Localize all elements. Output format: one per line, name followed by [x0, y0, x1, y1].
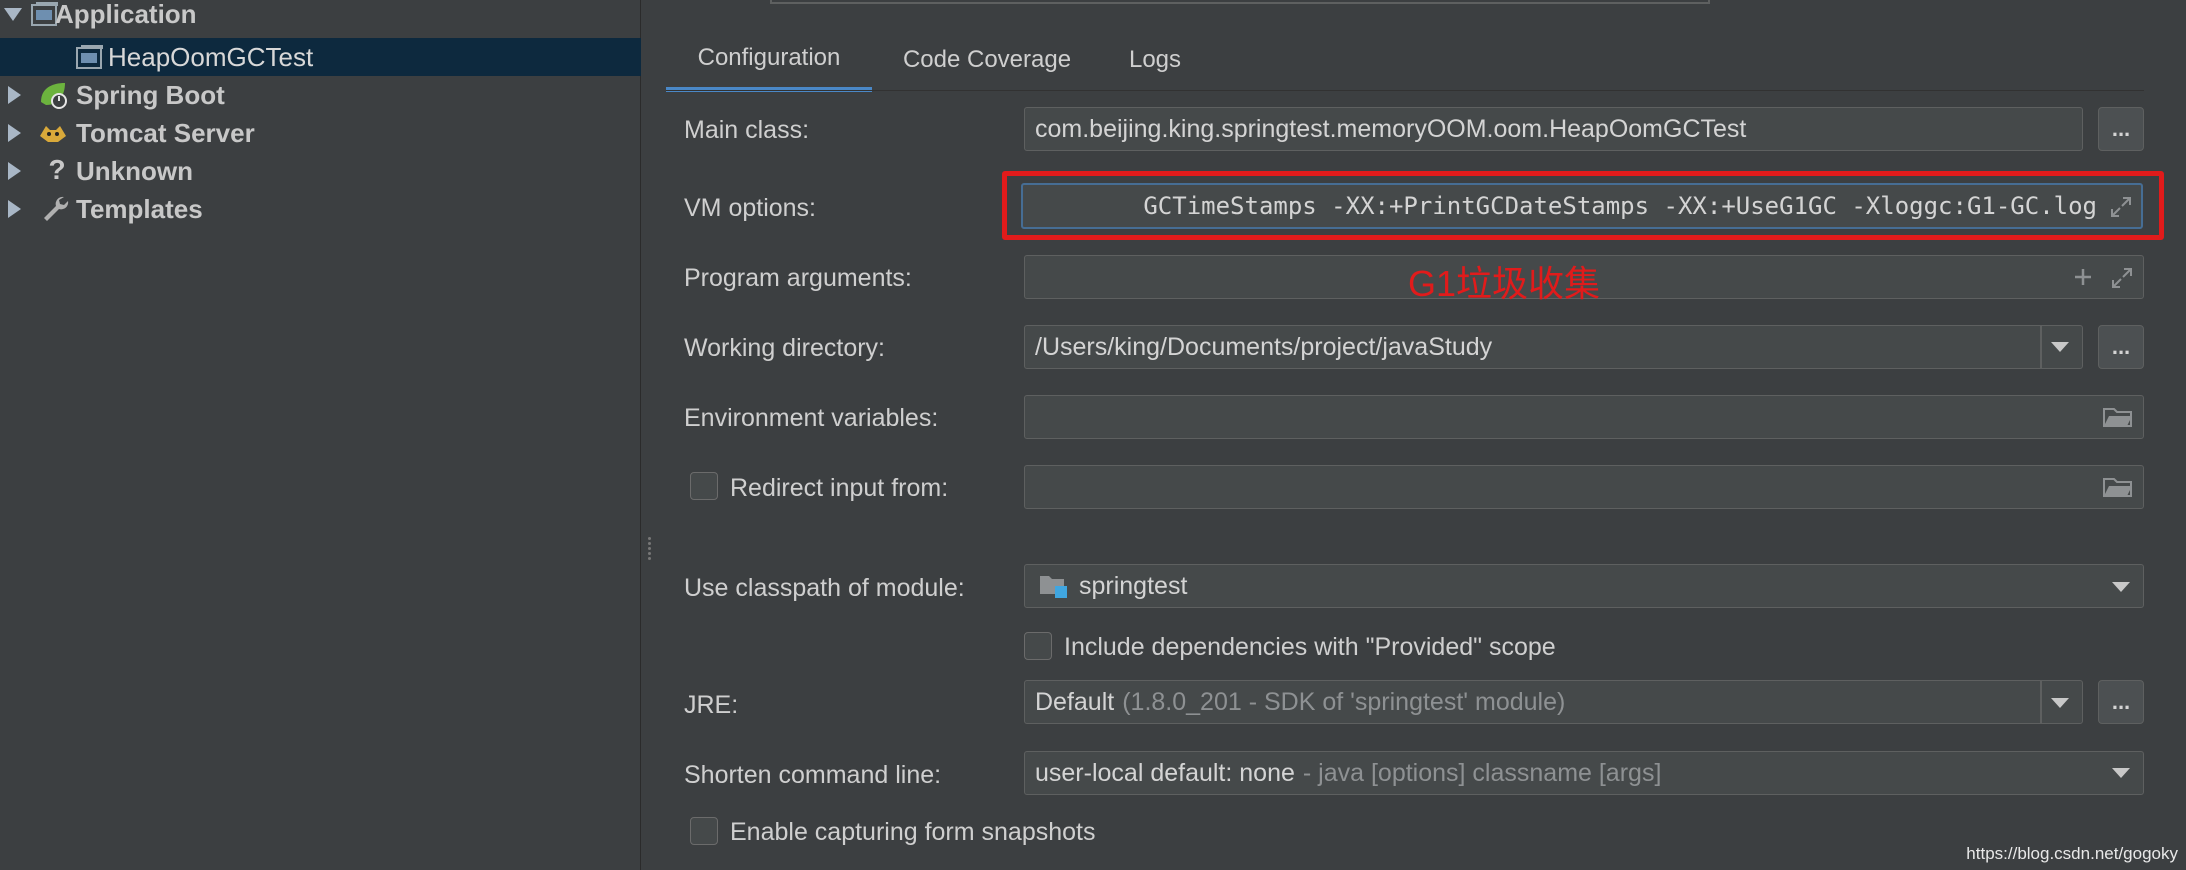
panel-splitter-handle[interactable]: [645, 535, 653, 571]
tree-item-heapoomgctest[interactable]: HeapOomGCTest: [0, 38, 641, 76]
form-snapshots-label: Enable capturing form snapshots: [730, 818, 1096, 846]
application-config-icon: [76, 45, 103, 69]
jre-browse-button[interactable]: ...: [2098, 680, 2144, 724]
tree-item-label: Tomcat Server: [76, 117, 255, 148]
environment-variables-field[interactable]: [1024, 395, 2144, 439]
expand-arrow-icon[interactable]: [8, 200, 21, 218]
chevron-down-icon[interactable]: [2051, 342, 2069, 352]
chevron-down-icon[interactable]: [2112, 582, 2130, 592]
vm-options-label: VM options:: [684, 194, 817, 222]
tree-item-application[interactable]: Application: [0, 0, 641, 33]
tree-item-templates[interactable]: Templates: [0, 190, 641, 228]
redirect-input-checkbox[interactable]: [690, 472, 718, 500]
jre-value: Default: [1035, 687, 1115, 716]
jre-select[interactable]: Default (1.8.0_201 - SDK of 'springtest'…: [1024, 680, 2083, 724]
tree-item-label: Spring Boot: [76, 79, 225, 110]
redirect-input-label: Redirect input from:: [730, 474, 949, 502]
main-class-browse-button[interactable]: ...: [2098, 107, 2144, 151]
shorten-command-line-detail: - java [options] classname [args]: [1302, 758, 1662, 787]
shorten-command-line-select[interactable]: user-local default: none - java [options…: [1024, 751, 2144, 795]
main-class-label: Main class:: [684, 116, 810, 144]
tomcat-icon: [40, 126, 66, 142]
tab-divider: [666, 90, 2144, 91]
tree-item-label: Unknown: [76, 155, 193, 186]
run-config-tree: Application HeapOomGCTest Spring Boot To…: [0, 0, 641, 870]
module-icon: [1040, 576, 1067, 598]
chevron-down-icon[interactable]: [2051, 698, 2069, 708]
working-directory-label: Working directory:: [684, 334, 885, 362]
tab-code-coverage[interactable]: Code Coverage: [880, 28, 1094, 92]
add-icon[interactable]: [2072, 266, 2094, 288]
folder-icon[interactable]: [2103, 406, 2133, 428]
wrench-icon: [44, 196, 69, 221]
form-snapshots-checkbox[interactable]: [690, 817, 718, 845]
expand-icon[interactable]: [2109, 195, 2133, 219]
jre-label: JRE:: [684, 691, 739, 719]
collapse-arrow-icon[interactable]: [4, 8, 22, 21]
tree-item-label: Templates: [76, 193, 203, 224]
name-field-bottom-edge: [770, 0, 1710, 4]
working-directory-browse-button[interactable]: ...: [2098, 325, 2144, 369]
redirect-input-field[interactable]: [1024, 465, 2144, 509]
tree-item-label: HeapOomGCTest: [108, 41, 314, 72]
program-arguments-label: Program arguments:: [684, 264, 912, 292]
tab-configuration[interactable]: Configuration: [666, 28, 872, 92]
chevron-down-icon[interactable]: [2112, 768, 2130, 778]
classpath-module-select[interactable]: springtest: [1024, 564, 2144, 608]
include-provided-checkbox[interactable]: [1024, 632, 1052, 660]
dropdown-separator: [2040, 325, 2042, 369]
tree-item-unknown[interactable]: ? Unknown: [0, 152, 641, 190]
spring-boot-icon: [41, 83, 67, 109]
tab-logs[interactable]: Logs: [1110, 28, 1200, 92]
jre-detail: (1.8.0_201 - SDK of 'springtest' module): [1122, 687, 1566, 716]
tree-item-label: Application: [55, 0, 197, 29]
g1-gc-annotation: G1垃圾收集: [1408, 263, 1601, 304]
dropdown-separator: [2040, 680, 2042, 724]
include-provided-label: Include dependencies with "Provided" sco…: [1064, 633, 1556, 661]
question-icon: ?: [48, 154, 66, 185]
shorten-command-line-label: Shorten command line:: [684, 761, 942, 789]
main-class-field[interactable]: com.beijing.king.springtest.memoryOOM.oo…: [1024, 107, 2083, 151]
tree-item-spring-boot[interactable]: Spring Boot: [0, 76, 641, 114]
expand-arrow-icon[interactable]: [8, 162, 21, 180]
expand-arrow-icon[interactable]: [8, 124, 21, 142]
vm-options-value: GCTimeStamps -XX:+PrintGCDateStamps -XX:…: [1143, 192, 2097, 220]
environment-variables-label: Environment variables:: [684, 404, 939, 432]
working-directory-field[interactable]: /Users/king/Documents/project/javaStudy: [1024, 325, 2083, 369]
tree-item-tomcat-server[interactable]: Tomcat Server: [0, 114, 641, 152]
classpath-module-value: springtest: [1079, 571, 1188, 600]
expand-arrow-icon[interactable]: [8, 86, 21, 104]
watermark-text: https://blog.csdn.net/gogoky: [1966, 844, 2178, 863]
vm-options-field[interactable]: GCTimeStamps -XX:+PrintGCDateStamps -XX:…: [1021, 183, 2143, 229]
expand-icon[interactable]: [2110, 266, 2134, 290]
working-directory-value: /Users/king/Documents/project/javaStudy: [1035, 332, 1493, 361]
shorten-command-line-value: user-local default: none: [1035, 758, 1295, 787]
classpath-module-label: Use classpath of module:: [684, 574, 965, 602]
folder-icon[interactable]: [2103, 476, 2133, 498]
